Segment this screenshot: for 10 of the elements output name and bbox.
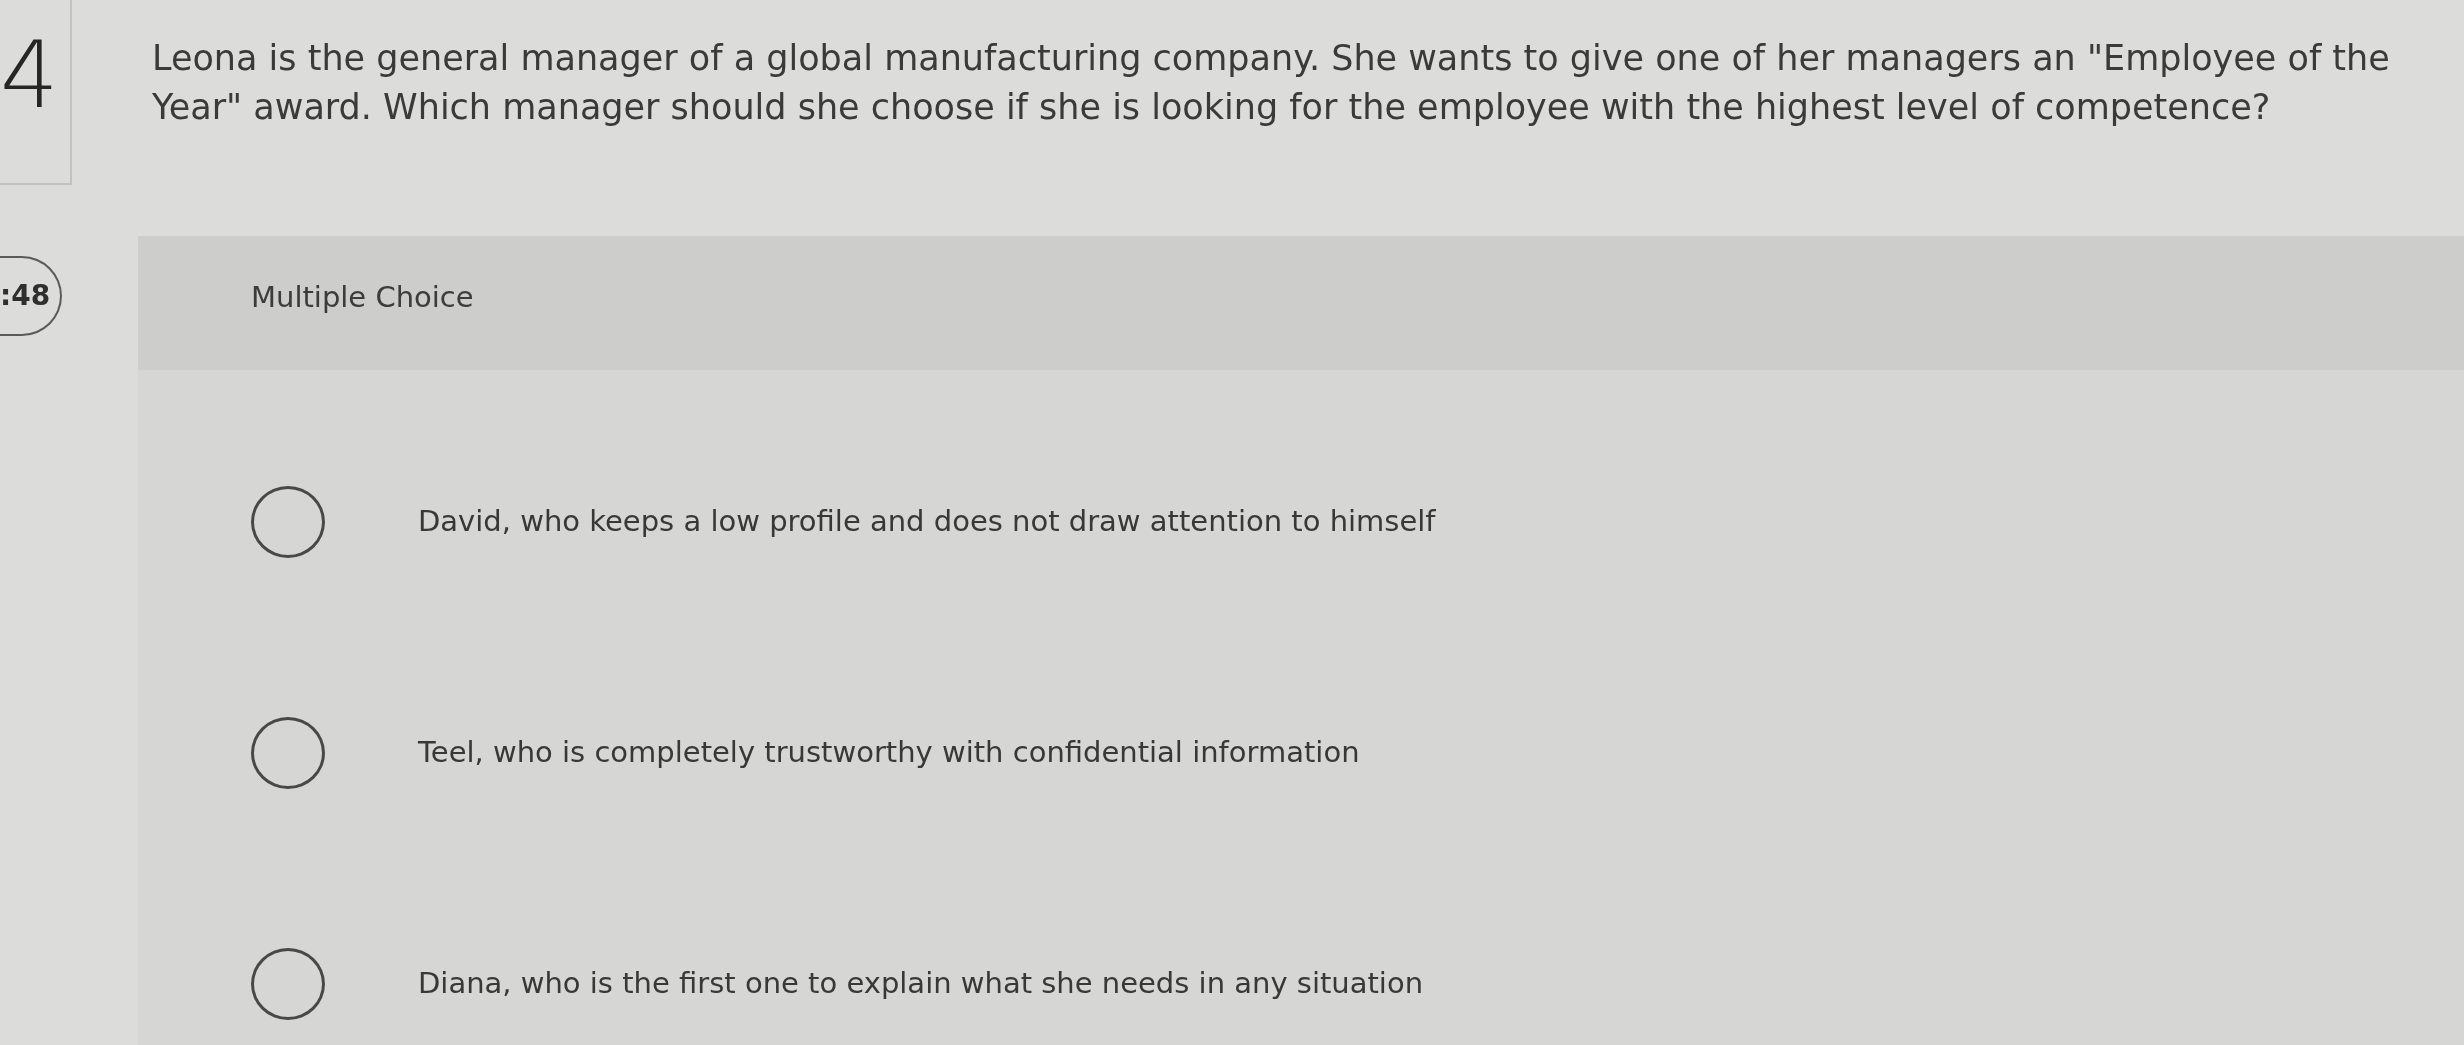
radio-button[interactable]: [251, 486, 325, 558]
panel-title: Multiple Choice: [251, 280, 474, 314]
option-text: David, who keeps a low profile and does not draw attention to himself: [418, 503, 1436, 541]
radio-button[interactable]: [251, 948, 325, 1020]
question-text: Leona is the general manager of a global manufacturing company. She wants to give one of her managers an "Employee of the Year" award. Which manager should she choose if she is looking for the employee with the highest level of competence?: [151, 37, 2391, 129]
timer: :48: [0, 256, 62, 336]
radio-button[interactable]: [251, 717, 325, 789]
option-text: Teel, who is completely trustworthy with confidential information: [418, 734, 1360, 772]
question-number: 4: [0, 0, 72, 185]
option-text: Diana, who is the first one to explain what she needs in any situation: [418, 965, 1424, 1003]
